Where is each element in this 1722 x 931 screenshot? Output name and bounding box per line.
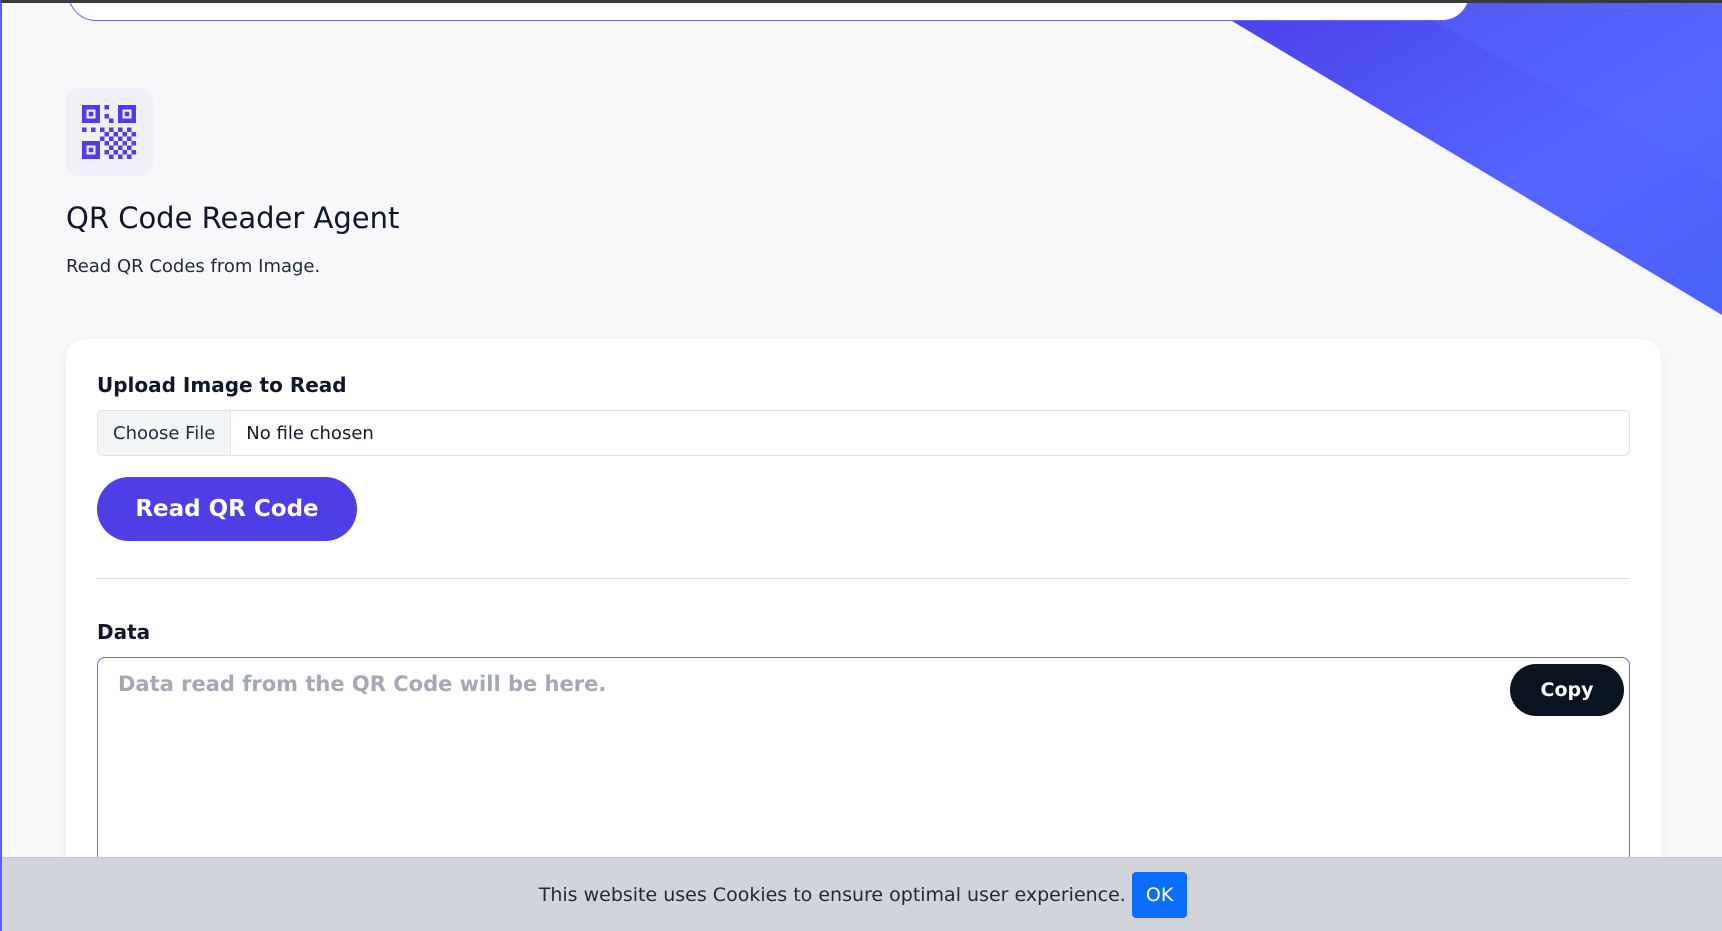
cookie-message: This website uses Cookies to ensure opti…: [538, 883, 1126, 906]
upload-label: Upload Image to Read: [97, 373, 347, 397]
read-qr-code-button[interactable]: Read QR Code: [97, 477, 357, 541]
copy-button[interactable]: Copy: [1510, 664, 1624, 716]
page: QR Code Reader Agent Read QR Codes from …: [0, 0, 1722, 931]
agent-icon-box: [65, 88, 153, 176]
choose-file-button[interactable]: Choose File: [98, 411, 232, 455]
page-subtitle: Read QR Codes from Image.: [66, 256, 321, 277]
section-divider: [97, 578, 1630, 579]
cookie-banner: This website uses Cookies to ensure opti…: [2, 857, 1722, 931]
qr-reader-card: Upload Image to Read Choose File No file…: [66, 339, 1661, 931]
data-label: Data: [97, 620, 151, 644]
page-title: QR Code Reader Agent: [66, 201, 400, 235]
top-search-bar: [68, 3, 1470, 21]
file-status-text: No file chosen: [246, 422, 374, 444]
qr-code-icon: [82, 105, 136, 159]
data-output-textarea[interactable]: [97, 657, 1630, 863]
file-input[interactable]: Choose File No file chosen: [97, 410, 1630, 456]
cookie-ok-button[interactable]: OK: [1131, 871, 1188, 918]
corner-decoration: [1202, 3, 1722, 315]
